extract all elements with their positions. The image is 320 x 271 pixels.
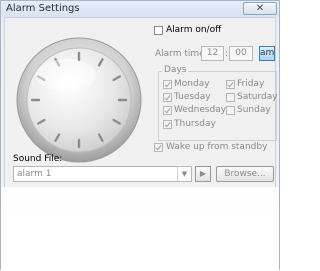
day-label-tuesday: Tuesday — [174, 92, 211, 102]
day-label-wednesday: Wednesday — [174, 105, 227, 115]
wake-from-standby-checkbox[interactable] — [154, 143, 163, 152]
alarm-time-label: Alarm time: — [155, 49, 208, 59]
alarm-toggle-label: Alarm on/off — [166, 25, 222, 35]
browse-button-label: Browse... — [224, 169, 266, 179]
day-checkbox-saturday[interactable] — [226, 93, 235, 102]
day-checkbox-thursday[interactable] — [163, 120, 172, 129]
wake-from-standby-label: Wake up from standby — [166, 142, 268, 152]
day-checkbox-tuesday[interactable] — [163, 93, 172, 102]
alarm-hour-value: 12 — [206, 48, 219, 58]
alarm-settings-window: Alarm Settings ✕ Alarm on/off Alarm time… — [0, 0, 280, 271]
sound-file-value: alarm 1 — [17, 169, 52, 179]
time-separator: : — [225, 49, 229, 59]
day-label-friday: Friday — [237, 79, 265, 89]
alarm-toggle-checkbox[interactable] — [154, 26, 163, 35]
browse-button[interactable]: Browse... — [216, 166, 274, 182]
play-icon: ▶ — [199, 169, 207, 178]
day-label-sunday: Sunday — [237, 105, 271, 115]
alarm-hour-field[interactable]: 12 — [201, 46, 224, 61]
ampm-toggle-button[interactable]: am — [259, 46, 275, 61]
chevron-down-icon[interactable]: ▼ — [177, 167, 191, 181]
close-icon: ✕ — [255, 3, 265, 14]
close-button[interactable]: ✕ — [243, 2, 277, 15]
alarm-minute-field[interactable]: 00 — [229, 46, 253, 61]
day-label-saturday: Saturday — [237, 92, 278, 102]
sound-file-select[interactable]: alarm 1 ▼ — [13, 166, 192, 182]
title-bar: Alarm Settings ✕ — [1, 1, 279, 17]
day-label-thursday: Thursday — [174, 119, 216, 129]
day-label-monday: Monday — [174, 79, 210, 89]
window-title: Alarm Settings — [6, 3, 80, 14]
day-checkbox-monday[interactable] — [163, 80, 172, 89]
clock-face-icon — [16, 37, 142, 163]
day-checkbox-wednesday[interactable] — [163, 106, 172, 115]
ampm-value: am — [260, 48, 275, 58]
sound-file-label: Sound File: — [13, 154, 63, 164]
faded-lower-area — [1, 187, 279, 271]
days-group-title: Days — [162, 65, 189, 75]
day-checkbox-friday[interactable] — [226, 80, 235, 89]
play-sound-button[interactable]: ▶ — [195, 166, 211, 182]
day-checkbox-sunday[interactable] — [226, 106, 235, 115]
alarm-minute-value: 00 — [235, 48, 247, 58]
